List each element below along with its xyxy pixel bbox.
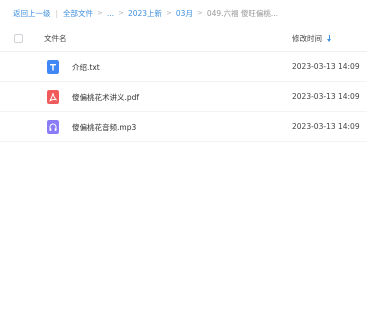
column-header-modified-time[interactable]: 修改时间 xyxy=(292,33,333,44)
file-modified-time: 2023-03-13 14:09 xyxy=(292,122,360,131)
file-name[interactable]: 傻偏桃花音频.mp3 xyxy=(72,122,136,133)
file-browser: 返回上一级 | 全部文件 > ... > 2023上新 > 03月 > 049.… xyxy=(0,0,367,310)
file-modified-time: 2023-03-13 14:09 xyxy=(292,92,360,101)
file-row[interactable]: 傻偏桃花术讲义.pdf 2023-03-13 14:09 xyxy=(0,83,367,112)
breadcrumb-folder-03-link[interactable]: 03月 xyxy=(176,8,193,19)
breadcrumb-all-files-link[interactable]: 全部文件 xyxy=(63,8,93,19)
file-row[interactable]: 介绍.txt 2023-03-13 14:09 xyxy=(0,53,367,82)
chevron-right-icon: > xyxy=(97,9,103,17)
chevron-right-icon: > xyxy=(196,9,203,17)
file-table-header: 文件名 修改时间 xyxy=(0,27,367,52)
audio-file-icon xyxy=(47,120,59,134)
column-header-modified-time-label: 修改时间 xyxy=(292,34,322,43)
breadcrumb-divider: | xyxy=(55,8,59,18)
file-name[interactable]: 介绍.txt xyxy=(72,62,100,73)
text-file-icon xyxy=(47,60,59,74)
breadcrumb: 返回上一级 | 全部文件 > ... > 2023上新 > 03月 > 049.… xyxy=(13,7,278,19)
sort-descending-icon[interactable] xyxy=(327,34,333,43)
file-modified-time: 2023-03-13 14:09 xyxy=(292,62,360,71)
breadcrumb-current-folder: 049.六福 傻旺偏桃... xyxy=(206,8,279,18)
breadcrumb-ellipsis-link[interactable]: ... xyxy=(107,9,114,18)
file-row[interactable]: 傻偏桃花音频.mp3 2023-03-13 14:09 xyxy=(0,113,367,142)
file-name[interactable]: 傻偏桃花术讲义.pdf xyxy=(72,92,139,103)
chevron-right-icon: > xyxy=(118,9,124,17)
breadcrumb-back-link[interactable]: 返回上一级 xyxy=(13,8,51,19)
pdf-file-icon xyxy=(47,90,59,104)
column-header-name[interactable]: 文件名 xyxy=(44,33,67,44)
breadcrumb-folder-2023-link[interactable]: 2023上新 xyxy=(128,8,162,19)
select-all-checkbox[interactable] xyxy=(14,34,23,43)
chevron-right-icon: > xyxy=(166,9,172,17)
